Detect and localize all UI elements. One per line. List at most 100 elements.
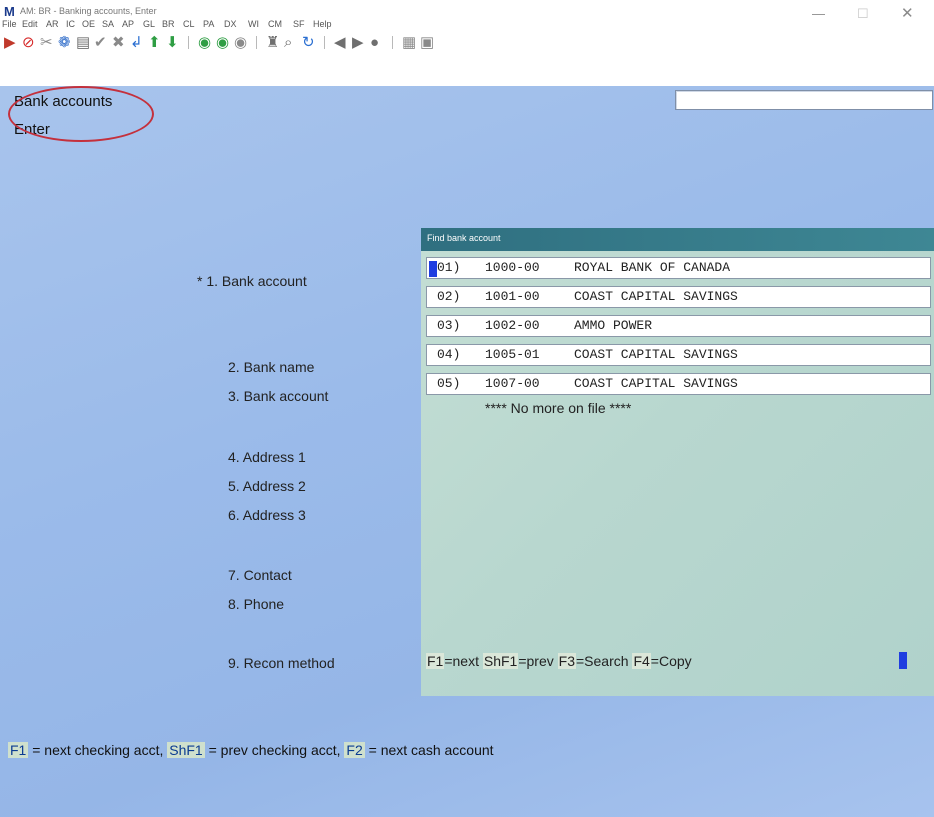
screen-title: Bank accounts <box>14 93 113 110</box>
row-account: 1005-01 <box>485 347 540 362</box>
field-contact: 7. Contact <box>228 567 292 583</box>
arrow-down-icon[interactable]: ⬇ <box>166 34 179 52</box>
f1-hint: = next checking acct, <box>28 742 168 758</box>
calculator-icon[interactable]: ▦ <box>402 34 416 52</box>
menu-cm[interactable]: CM <box>268 19 282 29</box>
shf1-key[interactable]: ShF1 <box>167 742 205 758</box>
top-input-field[interactable] <box>675 90 933 110</box>
row-bank-name: COAST CAPITAL SAVINGS <box>574 376 738 391</box>
delete-icon[interactable]: ✖ <box>112 34 125 52</box>
row-account: 1000-00 <box>485 260 540 275</box>
prev-icon[interactable]: ◀ <box>334 34 346 52</box>
next-icon[interactable]: ▶ <box>352 34 364 52</box>
f3-key[interactable]: F3 <box>557 653 576 669</box>
toolbar: ▶ ⊘ ✂ ❁ ▤ ✔ ✖ ↲ ⬆ ⬇ ◉ ◉ ◉ ♜ ⌕ ↻ ◀ ▶ ● ▦ … <box>0 34 934 86</box>
row-bank-name: ROYAL BANK OF CANADA <box>574 260 731 275</box>
nav-back-icon[interactable]: ◉ <box>198 34 211 52</box>
main-screen: Bank accounts Enter * 1. Bank account 2.… <box>0 86 934 817</box>
f4-hint: =Copy <box>650 653 692 669</box>
f2-key[interactable]: F2 <box>344 742 365 758</box>
menu-edit[interactable]: Edit <box>22 19 38 29</box>
binoculars-icon[interactable]: ♜ <box>266 34 279 52</box>
f4-key[interactable]: F4 <box>632 653 651 669</box>
accept-icon[interactable]: ✔ <box>94 34 107 52</box>
row-bank-name: COAST CAPITAL SAVINGS <box>574 289 738 304</box>
list-item[interactable]: 01) 1000-00 ROYAL BANK OF CANADA <box>426 257 931 279</box>
list-item[interactable]: 02) 1001-00 COAST CAPITAL SAVINGS <box>426 286 931 308</box>
settings-icon[interactable]: ❁ <box>58 34 71 52</box>
dialog-hints: F1=next ShF1=prev F3=Search F4=Copy <box>426 653 692 669</box>
toolbar-separator <box>188 36 189 49</box>
field-phone: 8. Phone <box>228 596 285 612</box>
minimize-button[interactable]: — <box>812 6 825 21</box>
close-button[interactable]: ✕ <box>901 4 914 22</box>
row-bank-name: AMMO POWER <box>574 318 653 333</box>
menu-gl[interactable]: GL <box>143 19 155 29</box>
app-logo-icon: M <box>4 4 15 19</box>
menu-ap[interactable]: AP <box>122 19 134 29</box>
footer-hints: F1 = next checking acct, ShF1 = prev che… <box>8 742 494 758</box>
field-recon-method: 9. Recon method <box>228 655 335 671</box>
cancel-icon[interactable]: ⊘ <box>22 34 35 52</box>
toolbar-separator <box>256 36 257 49</box>
list-item[interactable]: 04) 1005-01 COAST CAPITAL SAVINGS <box>426 344 931 366</box>
nav-forward-icon[interactable]: ◉ <box>216 34 229 52</box>
field-bank-name: 2. Bank name <box>228 359 315 375</box>
row-account: 1001-00 <box>485 289 540 304</box>
dialog-title-bar: Find bank account <box>421 228 934 251</box>
menu-cl[interactable]: CL <box>183 19 195 29</box>
help-icon[interactable]: ● <box>370 34 379 52</box>
tools-icon[interactable]: ✂ <box>40 34 53 52</box>
row-number: 04) <box>437 347 461 362</box>
field-address-3: 6. Address 3 <box>228 507 306 523</box>
menu-ic[interactable]: IC <box>66 19 75 29</box>
title-bar: M AM: BR - Banking accounts, Enter — ☐ ✕ <box>0 0 934 34</box>
shf1-hint: = prev checking acct, <box>204 742 345 758</box>
print-icon[interactable]: ▤ <box>76 34 90 52</box>
menu-oe[interactable]: OE <box>82 19 95 29</box>
menu-pa[interactable]: PA <box>203 19 214 29</box>
f2-hint: = next cash account <box>364 742 494 758</box>
field-bank-account-number: 3. Bank account <box>228 388 329 404</box>
window-title: AM: BR - Banking accounts, Enter <box>20 6 157 16</box>
row-number: 05) <box>437 376 461 391</box>
shf1-hint: =prev <box>518 653 558 669</box>
f3-hint: =Search <box>576 653 633 669</box>
menu-ar[interactable]: AR <box>46 19 59 29</box>
menu-wi[interactable]: WI <box>248 19 259 29</box>
selection-cursor <box>429 261 437 277</box>
list-item[interactable]: 05) 1007-00 COAST CAPITAL SAVINGS <box>426 373 931 395</box>
f1-key[interactable]: F1 <box>426 653 445 669</box>
list-item[interactable]: 03) 1002-00 AMMO POWER <box>426 315 931 337</box>
search-icon[interactable]: ⌕ <box>284 34 292 52</box>
shf1-key[interactable]: ShF1 <box>482 653 519 669</box>
field-bank-account: * 1. Bank account <box>197 273 307 289</box>
notes-icon[interactable]: ▣ <box>420 34 434 52</box>
f1-hint: =next <box>444 653 483 669</box>
menu-file[interactable]: File <box>2 19 17 29</box>
menu-br[interactable]: BR <box>162 19 175 29</box>
enter-icon[interactable]: ↲ <box>130 34 143 52</box>
row-account: 1002-00 <box>485 318 540 333</box>
mode-label: Enter <box>14 121 50 138</box>
refresh-icon[interactable]: ↻ <box>302 34 315 52</box>
field-address-1: 4. Address 1 <box>228 449 306 465</box>
toolbar-separator <box>392 36 393 49</box>
arrow-up-icon[interactable]: ⬆ <box>148 34 161 52</box>
menu-help[interactable]: Help <box>313 19 332 29</box>
menu-sf[interactable]: SF <box>293 19 305 29</box>
stop-icon[interactable]: ◉ <box>234 34 247 52</box>
input-cursor <box>899 652 907 669</box>
f1-key[interactable]: F1 <box>8 742 29 758</box>
menu-sa[interactable]: SA <box>102 19 114 29</box>
maximize-button[interactable]: ☐ <box>857 6 869 22</box>
exit-icon[interactable]: ▶ <box>4 34 16 52</box>
end-of-list-message: **** No more on file **** <box>485 400 632 416</box>
toolbar-separator <box>324 36 325 49</box>
row-number: 03) <box>437 318 461 333</box>
row-number: 02) <box>437 289 461 304</box>
find-bank-account-dialog: Find bank account 01) 1000-00 ROYAL BANK… <box>421 228 934 696</box>
menu-dx[interactable]: DX <box>224 19 237 29</box>
dialog-title: Find bank account <box>427 233 501 243</box>
field-address-2: 5. Address 2 <box>228 478 306 494</box>
